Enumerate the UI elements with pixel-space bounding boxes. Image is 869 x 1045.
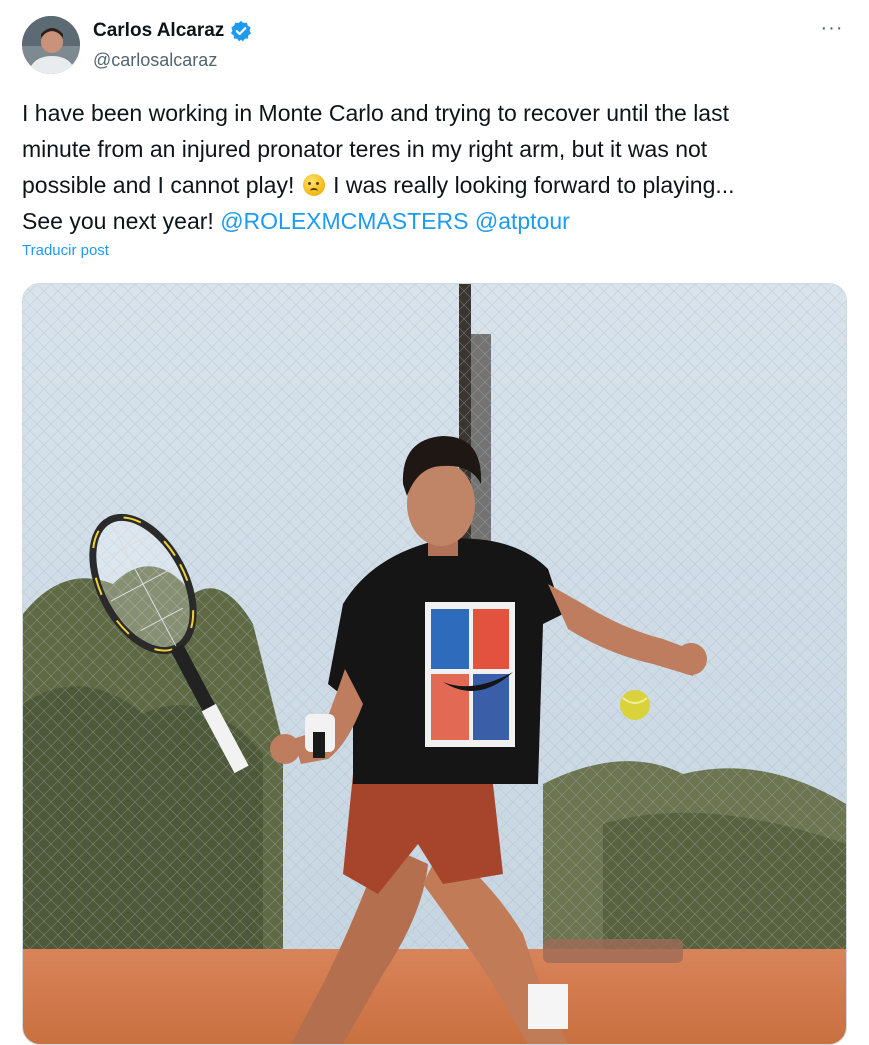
- more-options-icon[interactable]: ···: [818, 14, 846, 42]
- author-display-name[interactable]: Carlos Alcaraz: [93, 20, 224, 42]
- mention-link-rolexmcmasters[interactable]: @ROLEXMCMASTERS: [220, 208, 468, 234]
- mention-link-atptour[interactable]: @atptour: [475, 208, 570, 234]
- verified-badge-icon: [230, 20, 252, 42]
- tweet-media-photo[interactable]: [22, 283, 847, 1045]
- crying-face-emoji-icon: [302, 174, 325, 196]
- tweet-text-line: See you next year! @ROLEXMCMASTERS @atpt…: [22, 203, 842, 239]
- tweet-text-segment: See you next year!: [22, 208, 221, 234]
- avatar-image: [22, 16, 80, 74]
- tweet-text-line: minute from an injured pronator teres in…: [22, 136, 708, 162]
- tweet-text-segment: I was really looking forward to playing.…: [326, 172, 735, 198]
- author-name-row[interactable]: Carlos Alcaraz: [93, 20, 252, 42]
- tweet-text: I have been working in Monte Carlo and t…: [22, 95, 842, 239]
- tweet-text-line: I have been working in Monte Carlo and t…: [22, 100, 729, 126]
- tweet-text-line: possible and I cannot play! I was really…: [22, 167, 842, 203]
- tennis-player-photo: [23, 284, 846, 1044]
- tweet-text-segment: possible and I cannot play!: [22, 172, 295, 198]
- avatar[interactable]: [22, 16, 80, 74]
- translate-post-link[interactable]: Traducir post: [22, 242, 109, 259]
- author-handle[interactable]: @carlosalcaraz: [93, 50, 217, 71]
